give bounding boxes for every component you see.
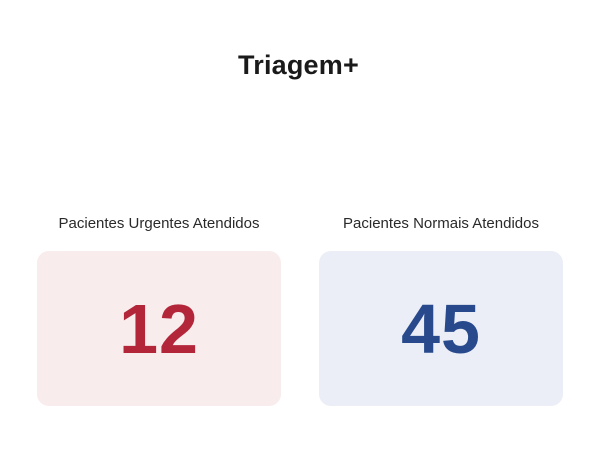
urgent-patients-stat: Pacientes Urgentes Atendidos 12: [37, 213, 281, 406]
urgent-patients-card: 12: [37, 251, 281, 406]
normal-patients-card: 45: [319, 251, 563, 406]
app-title: Triagem+: [238, 50, 359, 80]
normal-patients-stat: Pacientes Normais Atendidos 45: [319, 213, 563, 406]
normal-patients-label: Pacientes Normais Atendidos: [343, 215, 539, 232]
urgent-patients-label: Pacientes Urgentes Atendidos: [58, 215, 260, 232]
urgent-patients-count: 12: [119, 289, 199, 368]
normal-patients-count: 45: [401, 289, 481, 368]
